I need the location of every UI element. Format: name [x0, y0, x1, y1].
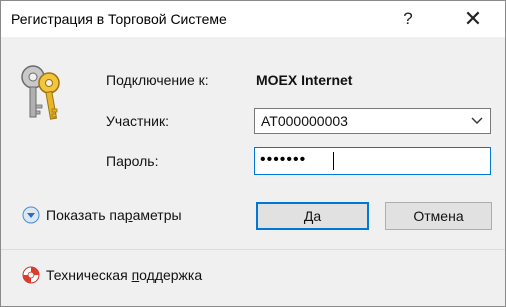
participant-label: Участник:	[106, 113, 169, 129]
connection-value: MOEX Internet	[256, 72, 353, 88]
divider	[1, 249, 505, 250]
window-title: Регистрация в Торговой Системе	[11, 11, 227, 27]
password-mask: •••••••	[260, 151, 307, 168]
show-params-label: Показать параметры	[46, 207, 182, 223]
cancel-button[interactable]: Отмена	[385, 202, 492, 230]
connection-label: Подключение к:	[106, 72, 209, 88]
support-label: Техническая поддержка	[46, 267, 203, 283]
chevron-down-circle-icon	[22, 206, 40, 224]
keys-icon	[21, 65, 60, 120]
password-label: Пароль:	[106, 153, 159, 169]
ok-button[interactable]: Да	[256, 202, 369, 230]
close-button[interactable]: ✕	[461, 8, 485, 30]
help-button[interactable]: ?	[398, 9, 418, 29]
participant-value: AT000000003	[261, 113, 348, 129]
password-field[interactable]: •••••••	[254, 147, 491, 175]
text-caret	[333, 152, 334, 170]
title-bar: Регистрация в Торговой Системе ? ✕	[1, 1, 505, 37]
login-dialog: Регистрация в Торговой Системе ? ✕ Подкл…	[0, 0, 506, 307]
participant-select[interactable]: AT000000003	[254, 108, 491, 134]
lifebuoy-icon	[22, 266, 40, 284]
chevron-down-icon	[471, 117, 483, 124]
